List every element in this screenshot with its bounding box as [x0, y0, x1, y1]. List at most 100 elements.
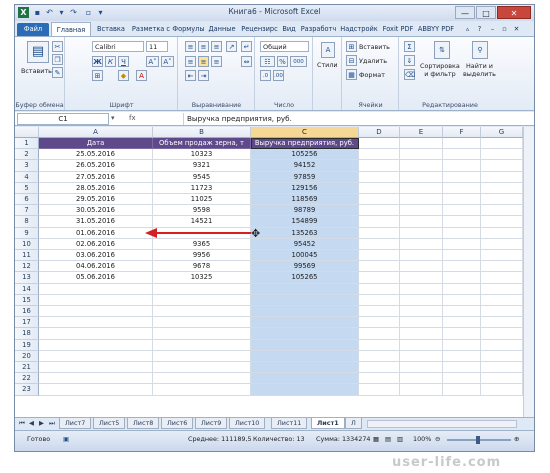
table-cell[interactable] — [443, 194, 481, 206]
select-all-corner[interactable] — [15, 127, 39, 138]
table-cell[interactable] — [400, 238, 443, 250]
percent-button[interactable]: % — [277, 56, 288, 67]
page-break-view-icon[interactable]: ▥ — [397, 435, 403, 443]
doc-restore-icon[interactable]: ▫ — [499, 22, 510, 36]
tab-addins[interactable]: Надстройк — [339, 22, 379, 36]
tab-page-layout[interactable]: Разметка с — [130, 22, 172, 36]
increase-indent-icon[interactable]: ⇥ — [198, 70, 209, 81]
table-cell[interactable]: 9545 — [153, 171, 251, 183]
table-cell[interactable] — [481, 362, 523, 374]
table-cell[interactable] — [481, 171, 523, 183]
horizontal-scrollbar[interactable] — [367, 420, 517, 428]
table-cell[interactable]: 135263 — [251, 227, 359, 239]
table-cell[interactable] — [153, 339, 251, 351]
table-cell[interactable] — [400, 339, 443, 351]
table-cell[interactable] — [359, 384, 400, 396]
table-cell[interactable] — [481, 149, 523, 161]
table-cell[interactable] — [481, 194, 523, 206]
table-cell[interactable] — [481, 283, 523, 295]
table-cell[interactable] — [39, 350, 153, 362]
table-header-cell[interactable] — [400, 138, 443, 150]
align-left-icon[interactable]: ≡ — [185, 56, 196, 67]
format-painter-icon[interactable]: ✎ — [52, 67, 63, 78]
page-layout-view-icon[interactable]: ▤ — [385, 435, 391, 443]
table-cell[interactable]: 105256 — [251, 149, 359, 161]
find-select-button[interactable]: Найти и выделить — [463, 62, 496, 78]
sheet-tab[interactable]: Лист1 — [311, 418, 345, 429]
column-header-a[interactable]: A — [39, 127, 153, 138]
worksheet-grid[interactable]: A B C D E F G 1 Дата Объем продаж зерна, т Выручка… — [15, 127, 534, 417]
row-header[interactable]: 18 — [15, 328, 39, 340]
table-cell[interactable] — [443, 362, 481, 374]
table-cell[interactable] — [443, 306, 481, 318]
table-cell[interactable] — [359, 328, 400, 340]
table-cell[interactable] — [359, 250, 400, 262]
table-cell[interactable] — [251, 294, 359, 306]
tab-data[interactable]: Данные — [205, 22, 239, 36]
zoom-level[interactable]: 100% — [413, 435, 431, 443]
tab-insert[interactable]: Вставка — [93, 22, 129, 36]
insert-cells-button[interactable]: Вставить — [359, 43, 390, 51]
tab-abbyy[interactable]: ABBYY PDF — [416, 22, 456, 36]
table-cell[interactable] — [443, 317, 481, 329]
zoom-slider-thumb[interactable] — [476, 436, 480, 444]
sheet-tab[interactable]: Лист5 — [93, 418, 126, 429]
table-cell[interactable]: 05.06.2016 — [39, 272, 153, 284]
table-cell[interactable] — [481, 373, 523, 385]
sheet-tab[interactable]: Лист10 — [229, 418, 266, 429]
table-cell[interactable] — [153, 328, 251, 340]
table-cell[interactable] — [443, 205, 481, 217]
table-header-cell[interactable]: Выручка предприятия, руб. — [251, 138, 359, 150]
table-cell[interactable]: 27.05.2016 — [39, 171, 153, 183]
table-cell[interactable]: 02.06.2016 — [39, 238, 153, 250]
table-cell[interactable] — [481, 227, 523, 239]
table-cell[interactable] — [251, 306, 359, 318]
paste-icon[interactable]: ▤ — [27, 41, 49, 63]
align-center-icon[interactable]: ≡ — [198, 56, 209, 67]
sheet-nav-icon[interactable]: ⏮ — [17, 418, 27, 429]
table-cell[interactable] — [400, 317, 443, 329]
table-cell[interactable] — [39, 362, 153, 374]
table-cell[interactable]: 30.05.2016 — [39, 205, 153, 217]
row-header[interactable]: 15 — [15, 294, 39, 306]
column-header-b[interactable]: B — [153, 127, 251, 138]
column-header-e[interactable]: E — [400, 127, 443, 138]
table-cell[interactable] — [481, 317, 523, 329]
sort-filter-icon[interactable]: ⇅ — [434, 41, 450, 59]
table-cell[interactable] — [400, 362, 443, 374]
table-cell[interactable] — [359, 194, 400, 206]
tab-formulas[interactable]: Формулы — [172, 22, 205, 36]
table-cell[interactable] — [400, 227, 443, 239]
insert-cells-icon[interactable]: ⊞ — [346, 41, 357, 52]
formula-input[interactable]: Выручка предприятия, руб. — [183, 113, 523, 125]
table-cell[interactable] — [443, 238, 481, 250]
table-cell[interactable] — [359, 306, 400, 318]
table-cell[interactable]: 01.06.2016 — [39, 227, 153, 239]
sheet-tab[interactable]: Лист6 — [161, 418, 194, 429]
table-cell[interactable]: 129156 — [251, 182, 359, 194]
table-header-cell[interactable] — [481, 138, 523, 150]
namebox-dropdown-icon[interactable]: ▾ — [111, 114, 121, 122]
table-cell[interactable] — [400, 350, 443, 362]
table-cell[interactable]: 9598 — [153, 205, 251, 217]
table-cell[interactable] — [359, 205, 400, 217]
row-header[interactable]: 5 — [15, 182, 39, 194]
align-right-icon[interactable]: ≡ — [211, 56, 222, 67]
table-cell[interactable] — [400, 160, 443, 172]
doc-minimize-icon[interactable]: – — [487, 22, 498, 36]
row-header[interactable]: 20 — [15, 350, 39, 362]
table-cell[interactable] — [359, 160, 400, 172]
table-cell[interactable] — [359, 317, 400, 329]
sheet-nav-icon[interactable]: ⏭ — [47, 418, 57, 429]
table-cell[interactable] — [400, 182, 443, 194]
table-cell[interactable] — [153, 384, 251, 396]
fill-icon[interactable]: ⇓ — [404, 55, 415, 66]
table-cell[interactable] — [400, 216, 443, 228]
wrap-text-icon[interactable]: ↵ — [241, 41, 252, 52]
maximize-button[interactable]: □ — [476, 6, 496, 19]
number-format-dropdown[interactable]: Общий — [260, 41, 309, 52]
table-cell[interactable] — [443, 328, 481, 340]
table-cell[interactable]: 94152 — [251, 160, 359, 172]
table-cell[interactable] — [481, 294, 523, 306]
tab-foxit[interactable]: Foxit PDF — [381, 22, 415, 36]
